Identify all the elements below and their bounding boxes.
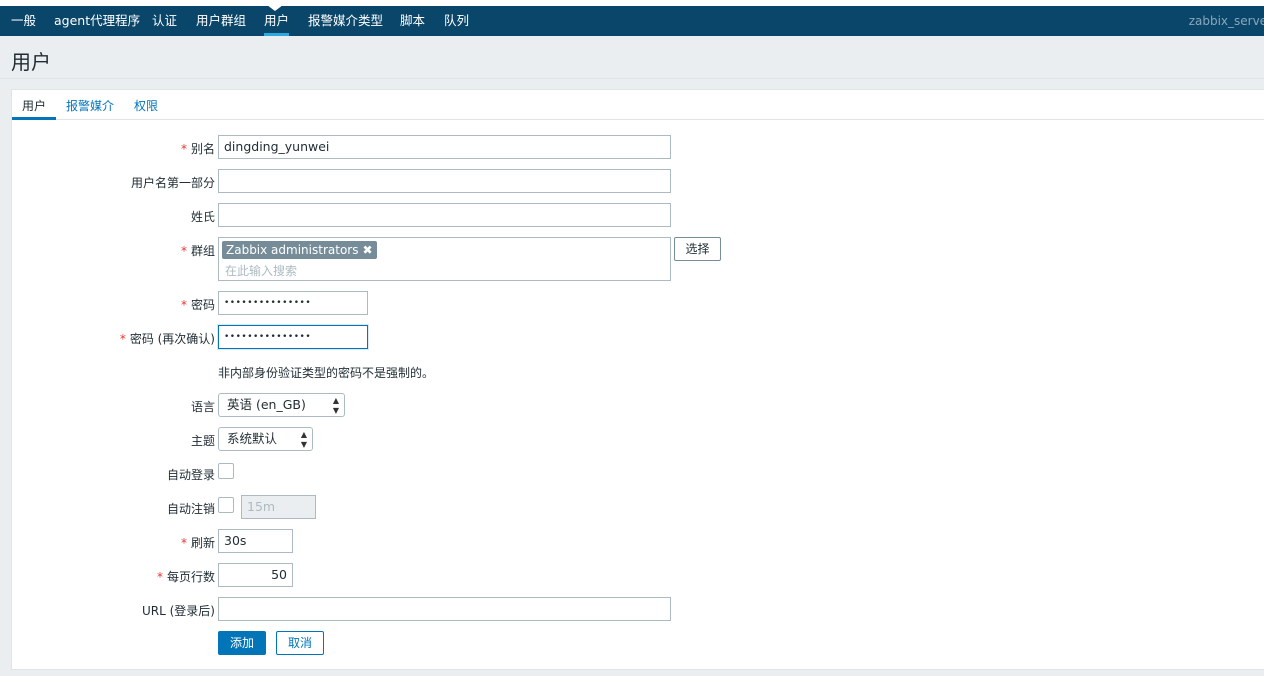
nav-item-queue[interactable]: 队列: [444, 6, 469, 36]
refresh-input[interactable]: 30s: [218, 529, 293, 553]
group-chip-label: Zabbix administrators: [226, 243, 359, 257]
top-navigation: 一般 agent代理程序 认证 用户群组 用户 报警媒介类型 脚本 队列 zab…: [0, 0, 1264, 36]
nav-item-agent-proxies[interactable]: agent代理程序: [54, 6, 140, 36]
cancel-button[interactable]: 取消: [276, 631, 324, 655]
nav-item-users[interactable]: 用户: [264, 6, 290, 36]
group-chip: Zabbix administrators ✖: [222, 241, 377, 259]
theme-value: 系统默认: [227, 431, 278, 446]
active-tab-underline: [12, 117, 56, 120]
password-confirm-label: * 密码 (再次确认): [119, 332, 215, 346]
url-label: URL (登录后): [142, 604, 215, 618]
nav-item-general[interactable]: 一般: [11, 6, 36, 36]
form-tabs: 用户 报警媒介 权限: [12, 90, 1264, 120]
autologin-label: 自动登录: [166, 468, 215, 482]
autologout-input: 15m: [241, 495, 316, 519]
server-name: zabbix_server: [1188, 14, 1264, 28]
name-input[interactable]: [218, 169, 671, 193]
nav-item-authentication[interactable]: 认证: [152, 6, 177, 36]
theme-label: 主题: [190, 434, 215, 448]
autologin-checkbox[interactable]: [218, 463, 234, 479]
alias-label: * 别名: [180, 142, 215, 156]
language-label: 语言: [190, 400, 215, 414]
nav-item-scripts[interactable]: 脚本: [400, 6, 425, 36]
select-groups-button[interactable]: 选择: [674, 237, 721, 261]
url-input[interactable]: [218, 597, 671, 621]
surname-label: 姓氏: [190, 210, 215, 224]
surname-input[interactable]: [218, 203, 671, 227]
autologout-label: 自动注销: [166, 502, 215, 516]
page-title: 用户: [11, 50, 51, 74]
user-form-panel: 用户 报警媒介 权限 * 别名 dingding_yunwei 用户名第一部分 姓…: [11, 89, 1264, 670]
refresh-label: * 刷新: [180, 536, 215, 550]
rows-per-page-input[interactable]: 50: [218, 563, 293, 587]
language-select[interactable]: 英语 (en_GB) ▲ ▼: [218, 393, 345, 417]
tab-user[interactable]: 用户: [22, 97, 46, 114]
language-value: 英语 (en_GB): [227, 397, 306, 412]
tab-permissions[interactable]: 权限: [134, 97, 158, 114]
password-input[interactable]: •••••••••••••••: [218, 291, 368, 315]
groups-search-placeholder[interactable]: 在此输入搜索: [225, 262, 297, 279]
add-button[interactable]: 添加: [218, 631, 266, 655]
nav-item-media-types[interactable]: 报警媒介类型: [308, 6, 383, 36]
remove-chip-icon[interactable]: ✖: [362, 243, 372, 257]
password-label: * 密码: [180, 298, 215, 312]
theme-select[interactable]: 系统默认 ▲ ▼: [218, 427, 313, 451]
title-divider: [0, 78, 1264, 79]
password-confirm-input[interactable]: •••••••••••••••: [218, 325, 368, 349]
password-note: 非内部身份验证类型的密码不是强制的。: [218, 366, 435, 380]
select-arrows-icon: ▲ ▼: [300, 430, 307, 449]
groups-multiselect[interactable]: Zabbix administrators ✖ 在此输入搜索: [218, 237, 671, 281]
groups-label: * 群组: [180, 244, 215, 258]
autologout-checkbox[interactable]: [218, 497, 234, 513]
name-label: 用户名第一部分: [130, 176, 215, 190]
nav-item-user-groups[interactable]: 用户群组: [196, 6, 246, 36]
tab-media[interactable]: 报警媒介: [66, 97, 114, 114]
alias-input[interactable]: dingding_yunwei: [218, 135, 671, 159]
rows-per-page-label: * 每页行数: [156, 570, 215, 584]
select-arrows-icon: ▲ ▼: [332, 396, 339, 415]
